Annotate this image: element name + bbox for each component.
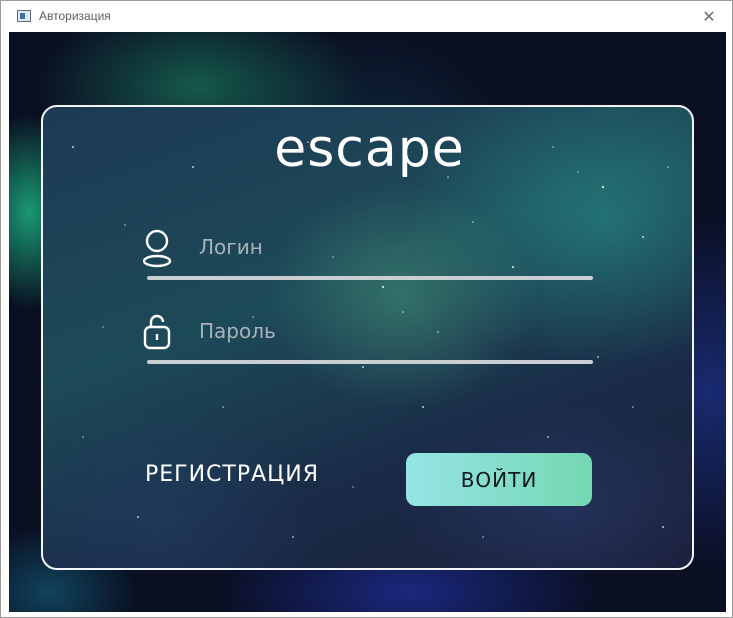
- register-link[interactable]: РЕГИСТРАЦИЯ: [145, 462, 319, 487]
- login-card: escape Логин Пароль РЕГИСТРАЦИЯ ВОЙТИ: [41, 105, 694, 570]
- login-placeholder: Логин: [199, 235, 263, 259]
- password-underline: [147, 360, 593, 364]
- title-bar: Авторизация ✕: [1, 1, 732, 32]
- background-panel: escape Логин Пароль РЕГИСТРАЦИЯ ВОЙТИ: [9, 32, 726, 612]
- login-button[interactable]: ВОЙТИ: [406, 453, 592, 506]
- user-icon: [143, 229, 172, 268]
- unlocked-icon: [143, 314, 171, 350]
- close-button[interactable]: ✕: [686, 1, 732, 32]
- app-window-icon: [17, 10, 31, 22]
- login-underline: [147, 276, 593, 280]
- login-field[interactable]: Логин: [143, 229, 593, 289]
- brand-logo: escape: [274, 119, 465, 179]
- password-field[interactable]: Пароль: [143, 313, 593, 373]
- login-window: Авторизация ✕ escape Логин Пароль РЕГИСТ…: [0, 0, 733, 618]
- password-placeholder: Пароль: [199, 319, 276, 343]
- window-title: Авторизация: [39, 9, 111, 23]
